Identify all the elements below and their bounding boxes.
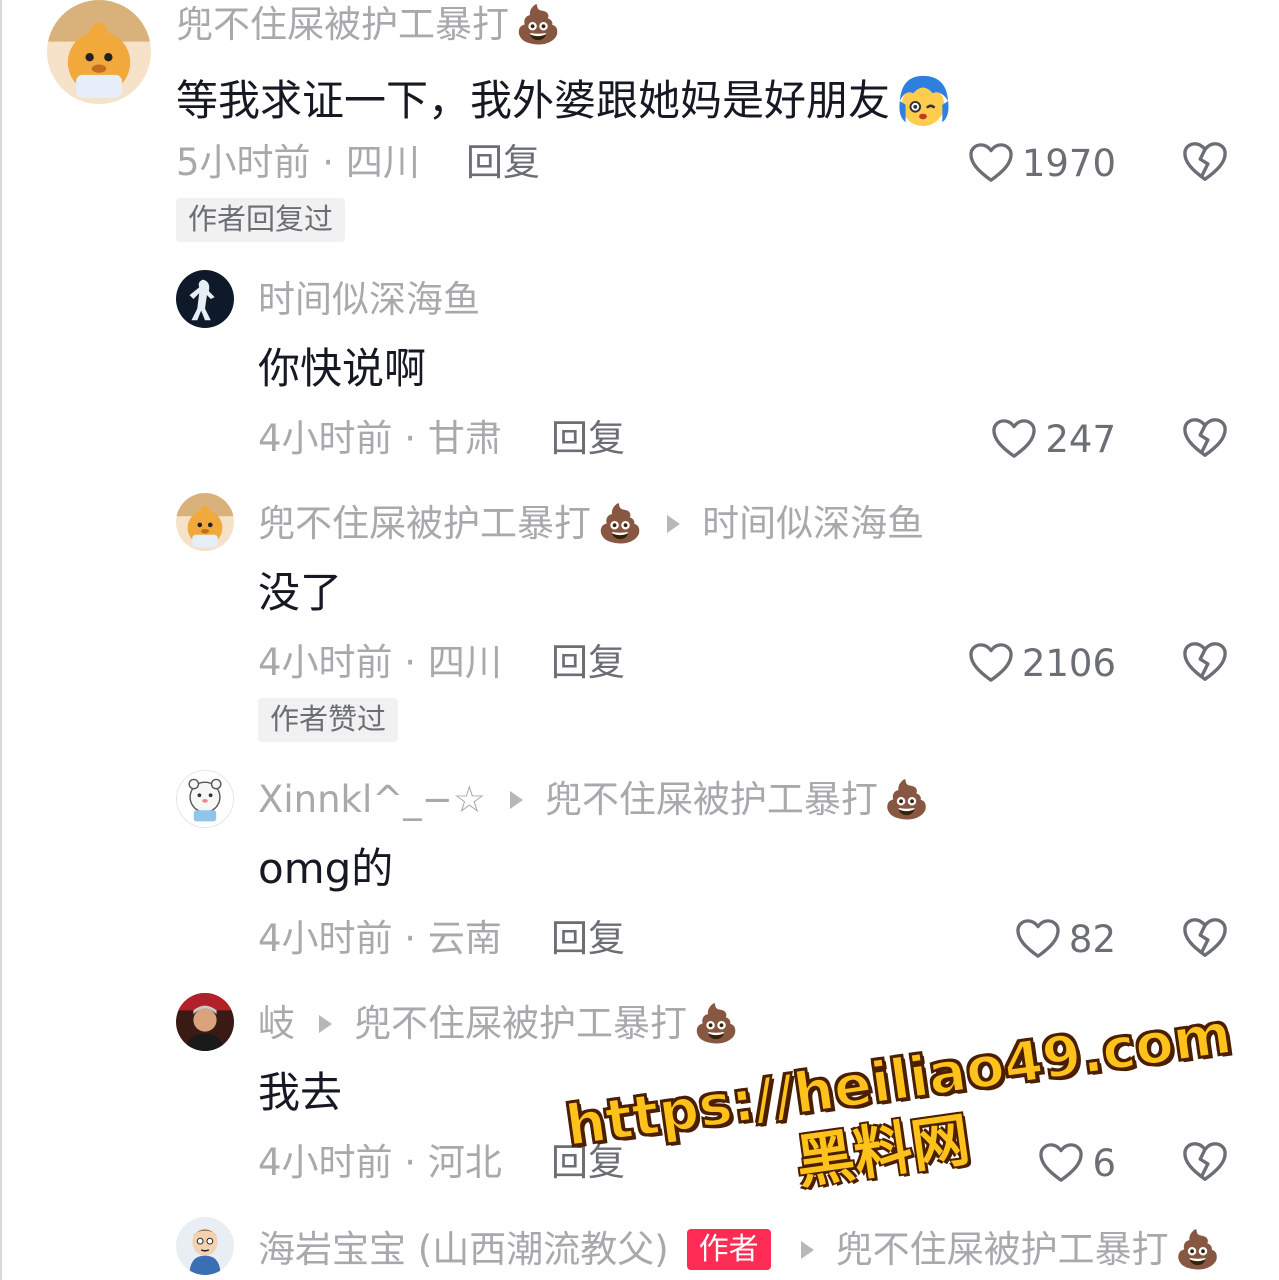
comment-text: omg的: [258, 844, 394, 893]
comment-location: 四川: [427, 641, 502, 684]
meta-separator: ·: [310, 141, 346, 184]
dislike-button[interactable]: [1182, 140, 1228, 186]
like-count: 1970: [1021, 141, 1116, 185]
heart-outline-icon: [992, 419, 1037, 458]
comment-text: 我去: [258, 1068, 343, 1117]
comment-item: 兜不住屎被护工暴打 💩 等我求证一下，我外婆跟她妈是好朋友 5小时前 · 四川 …: [0, 0, 1279, 242]
avatar[interactable]: [176, 770, 234, 828]
heart-outline-icon: [969, 643, 1013, 682]
poop-emoji-icon: 💩: [1174, 1228, 1221, 1271]
comment-location: 云南: [427, 917, 502, 960]
poop-emoji-icon: 💩: [515, 3, 562, 46]
comment-time: 4小时前: [258, 917, 393, 960]
comment-time: 4小时前: [258, 641, 393, 684]
like-button[interactable]: 247: [960, 416, 1116, 462]
avatar-white-bear-icon: [177, 771, 233, 827]
reply-arrow-icon: [319, 1014, 332, 1033]
comment-meta: 4小时前 · 河北: [258, 1144, 502, 1181]
reply-to-username[interactable]: 兜不住屎被护工暴打: [354, 1005, 687, 1042]
author-liked-tag: 作者赞过: [258, 698, 399, 742]
comment-time: 5小时前: [176, 141, 311, 184]
meta-separator: ·: [392, 1141, 428, 1184]
heart-outline-icon: [969, 143, 1013, 182]
meta-separator: ·: [392, 641, 428, 684]
like-count: 82: [1068, 917, 1116, 961]
username-text: Xinnkl^_−☆: [258, 778, 486, 821]
username-text: 时间似深海鱼: [258, 278, 480, 321]
comment-username[interactable]: Xinnkl^_−☆ 兜不住屎被护工暴打 💩: [258, 781, 930, 818]
author-replied-tag: 作者回复过: [176, 198, 346, 242]
comment-text: 没了: [258, 568, 343, 617]
dislike-button[interactable]: [1182, 916, 1228, 962]
like-count: 247: [1045, 417, 1116, 461]
reply-button[interactable]: 回复: [466, 144, 540, 181]
poop-emoji-icon: 💩: [883, 778, 930, 821]
avatar-dark-figure-icon: [176, 270, 234, 328]
comment-time: 4小时前: [258, 417, 393, 460]
reply-to-username[interactable]: 兜不住屎被护工暴打: [545, 781, 878, 818]
like-count: 2106: [1021, 641, 1116, 685]
comment-username[interactable]: 兜不住屎被护工暴打 💩: [176, 6, 561, 43]
avatar[interactable]: [176, 493, 234, 551]
username-text: 兜不住屎被护工暴打: [258, 502, 591, 545]
comment-location: 河北: [427, 1141, 502, 1184]
comment-text: 等我求证一下，我外婆跟她妈是好朋友: [176, 72, 952, 130]
comment-meta: 4小时前 · 四川: [258, 644, 502, 681]
comment-meta: 4小时前 · 云南: [258, 920, 502, 957]
dislike-button[interactable]: [1182, 416, 1228, 462]
blushing-blue-hair-emoji-icon: [894, 72, 952, 130]
avatar-orange-bear-icon: [47, 0, 151, 104]
broken-heart-icon: [1183, 918, 1227, 957]
avatar[interactable]: [176, 270, 234, 328]
username-text: 岐: [258, 1002, 295, 1045]
reply-button[interactable]: 回复: [551, 644, 625, 681]
reply-button[interactable]: 回复: [551, 920, 625, 957]
like-button[interactable]: 82: [960, 916, 1116, 962]
comment-text: 你快说啊: [258, 344, 427, 393]
avatar-person-photo-icon: [176, 993, 234, 1051]
broken-heart-icon: [1183, 642, 1227, 681]
poop-emoji-icon: 💩: [693, 1002, 740, 1045]
comment-text-content: 等我求证一下，我外婆跟她妈是好朋友: [176, 76, 891, 125]
comment-meta: 4小时前 · 甘肃: [258, 420, 502, 457]
avatar-cartoon-man-icon: [176, 1217, 234, 1275]
comment-username[interactable]: 兜不住屎被护工暴打 💩 时间似深海鱼: [258, 505, 924, 542]
reply-arrow-icon: [667, 514, 681, 533]
meta-separator: ·: [392, 917, 428, 960]
avatar[interactable]: [176, 1217, 234, 1275]
comment-location: 四川: [345, 141, 420, 184]
avatar-orange-bear-icon: [176, 493, 234, 551]
avatar[interactable]: [176, 993, 234, 1051]
username-text: 兜不住屎被护工暴打: [176, 3, 509, 46]
reply-arrow-icon: [509, 790, 523, 809]
comment-time: 4小时前: [258, 1141, 393, 1184]
heart-outline-icon: [1016, 919, 1060, 958]
comment-username[interactable]: 岐 兜不住屎被护工暴打 💩: [258, 1005, 739, 1042]
like-button[interactable]: 1970: [960, 140, 1116, 186]
comment-username[interactable]: 时间似深海鱼: [258, 281, 480, 318]
meta-separator: ·: [392, 417, 428, 460]
reply-to-username[interactable]: 时间似深海鱼: [702, 505, 924, 542]
dislike-button[interactable]: [1182, 640, 1228, 686]
broken-heart-icon: [1183, 142, 1227, 181]
poop-emoji-icon: 💩: [597, 502, 644, 545]
avatar[interactable]: [47, 0, 151, 104]
comment-meta: 5小时前 · 四川: [176, 144, 420, 181]
reply-button[interactable]: 回复: [551, 420, 625, 457]
comment-location: 甘肃: [427, 417, 502, 460]
broken-heart-icon: [1183, 418, 1227, 457]
like-button[interactable]: 2106: [960, 640, 1116, 686]
